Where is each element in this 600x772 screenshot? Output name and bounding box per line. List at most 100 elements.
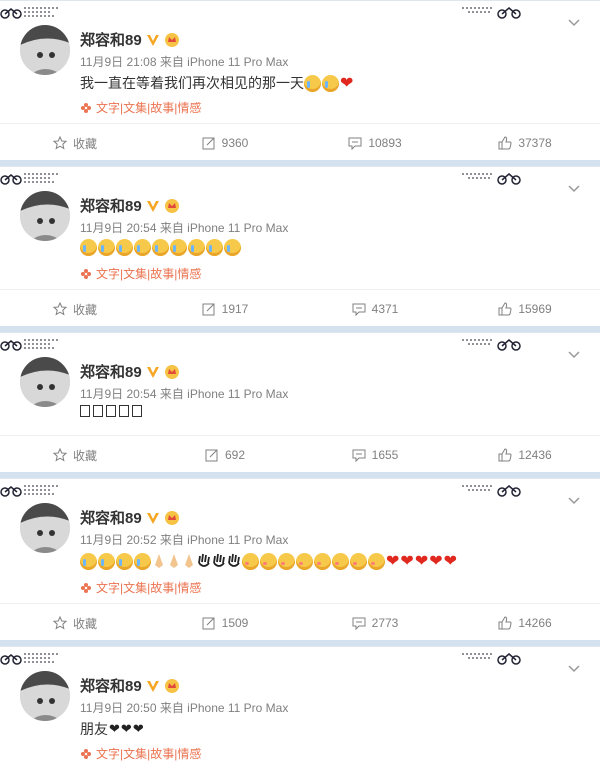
comment-count: 2773: [371, 616, 399, 630]
motorcycle-decoration-icon: [0, 485, 58, 497]
favorite-button[interactable]: 收藏: [0, 124, 150, 162]
comment-button[interactable]: 4371: [300, 290, 450, 328]
repost-count: 9360: [221, 136, 249, 150]
post-card: 郑容和89 11月9日 20:50 来自 iPhone 11 Pro Max 朋…: [0, 646, 600, 772]
like-count: 14266: [518, 616, 552, 630]
avatar[interactable]: [20, 357, 70, 407]
praying-hands-icon: [155, 554, 163, 568]
post-text: ❤ ❤ ❤ ❤ ❤: [80, 551, 458, 571]
post-text: 朋友 ❤ ❤ ❤: [80, 719, 144, 739]
author-name[interactable]: 郑容和89: [80, 195, 142, 216]
author-row: 郑容和89: [80, 675, 180, 696]
black-heart-icon: ❤: [109, 721, 120, 736]
red-heart-icon: ❤: [414, 553, 429, 570]
comment-icon: [348, 137, 362, 150]
avatar[interactable]: [20, 25, 70, 75]
vip-crown-icon: [164, 198, 179, 213]
comment-button[interactable]: 2773: [300, 604, 450, 642]
post-card: 郑容和89 11月9日 20:54 来自 iPhone 11 Pro Max 收…: [0, 332, 600, 474]
post-time[interactable]: 11月9日 20:54: [80, 387, 157, 401]
comment-button[interactable]: 10893: [300, 124, 450, 162]
crying-emoji-icon: [134, 552, 151, 570]
crying-emoji-icon: [134, 239, 151, 256]
post-text-body: 朋友: [80, 721, 108, 737]
repost-button[interactable]: 1509: [150, 604, 300, 642]
topic-tag[interactable]: 文字|文集|故事|情感: [80, 745, 201, 762]
topic-tag[interactable]: 文字|文集|故事|情感: [80, 579, 201, 596]
post-time[interactable]: 11月9日 20:52: [80, 533, 157, 547]
topic-tag[interactable]: 文字|文集|故事|情感: [80, 265, 201, 282]
vip-crown-icon: [164, 510, 179, 525]
author-row: 郑容和89: [80, 195, 180, 216]
chevron-down-icon[interactable]: [568, 665, 580, 673]
chevron-down-icon[interactable]: [568, 351, 580, 359]
author-name[interactable]: 郑容和89: [80, 361, 142, 382]
motorcycle-decoration-icon: [462, 485, 521, 497]
comment-icon: [352, 617, 366, 630]
author-row: 郑容和89: [80, 507, 180, 528]
chevron-down-icon[interactable]: [568, 185, 580, 193]
repost-button[interactable]: 1917: [150, 290, 300, 328]
post-text: [80, 405, 145, 417]
kissing-emoji-icon: [332, 552, 349, 570]
black-heart-icon: ❤: [132, 721, 144, 736]
crying-emoji-icon: [188, 239, 205, 256]
favorite-button[interactable]: 收藏: [0, 604, 150, 642]
repost-icon: [202, 303, 215, 316]
waving-hand-icon: [228, 553, 240, 567]
like-button[interactable]: 37378: [450, 124, 600, 162]
post-source: 来自 iPhone 11 Pro Max: [159, 387, 289, 401]
praying-hands-icon: [170, 554, 178, 568]
repost-icon: [202, 137, 215, 150]
favorite-button[interactable]: 收藏: [0, 436, 150, 474]
avatar[interactable]: [20, 191, 70, 241]
flower-icon: [81, 102, 91, 113]
red-heart-icon: ❤: [340, 75, 354, 92]
avatar[interactable]: [20, 671, 70, 721]
post-card: 郑容和89 11月9日 21:08 来自 iPhone 11 Pro Max 我…: [0, 0, 600, 162]
like-count: 15969: [518, 302, 552, 316]
topic-tag-label: 文字|文集|故事|情感: [96, 101, 202, 115]
author-row: 郑容和89: [80, 361, 180, 382]
kissing-emoji-icon: [368, 552, 385, 570]
crying-emoji-icon: [304, 74, 321, 92]
verified-v-icon: [146, 200, 159, 212]
post-time[interactable]: 11月9日 20:50: [80, 701, 157, 715]
post-meta: 11月9日 20:54 来自 iPhone 11 Pro Max: [80, 219, 288, 236]
topic-tag[interactable]: 文字|文集|故事|情感: [80, 99, 201, 116]
author-name[interactable]: 郑容和89: [80, 507, 142, 528]
chevron-down-icon[interactable]: [568, 497, 580, 505]
avatar[interactable]: [20, 503, 70, 553]
crying-emoji-icon: [116, 239, 133, 256]
post-time[interactable]: 11月9日 20:54: [80, 221, 157, 235]
author-row: 郑容和89: [80, 29, 180, 50]
repost-button[interactable]: 692: [150, 436, 300, 474]
missing-glyph-icon: [119, 405, 129, 417]
kissing-emoji-icon: [242, 552, 259, 570]
like-count: 12436: [518, 448, 552, 462]
black-heart-icon: ❤: [120, 721, 132, 736]
like-button[interactable]: 14266: [450, 604, 600, 642]
topic-tag-label: 文字|文集|故事|情感: [96, 747, 202, 761]
kissing-emoji-icon: [350, 552, 367, 570]
favorite-label: 收藏: [72, 616, 97, 631]
post-time[interactable]: 11月9日 21:08: [80, 55, 157, 69]
like-button[interactable]: 12436: [450, 436, 600, 474]
comment-button[interactable]: 1655: [300, 436, 450, 474]
thumbs-up-icon: [498, 616, 512, 630]
author-name[interactable]: 郑容和89: [80, 29, 142, 50]
crying-emoji-icon: [116, 552, 133, 570]
motorcycle-decoration-icon: [0, 339, 58, 351]
favorite-button[interactable]: 收藏: [0, 290, 150, 328]
favorite-label: 收藏: [72, 136, 97, 151]
chevron-down-icon[interactable]: [568, 19, 580, 27]
like-button[interactable]: 15969: [450, 290, 600, 328]
motorcycle-decoration-icon: [462, 653, 521, 665]
author-name[interactable]: 郑容和89: [80, 675, 142, 696]
thumbs-up-icon: [498, 302, 512, 316]
post-text: [80, 239, 242, 256]
repost-button[interactable]: 9360: [150, 124, 300, 162]
post-source: 来自 iPhone 11 Pro Max: [159, 221, 289, 235]
post-card: 郑容和89 11月9日 20:52 来自 iPhone 11 Pro Max ❤: [0, 478, 600, 642]
missing-glyph-icon: [132, 405, 142, 417]
